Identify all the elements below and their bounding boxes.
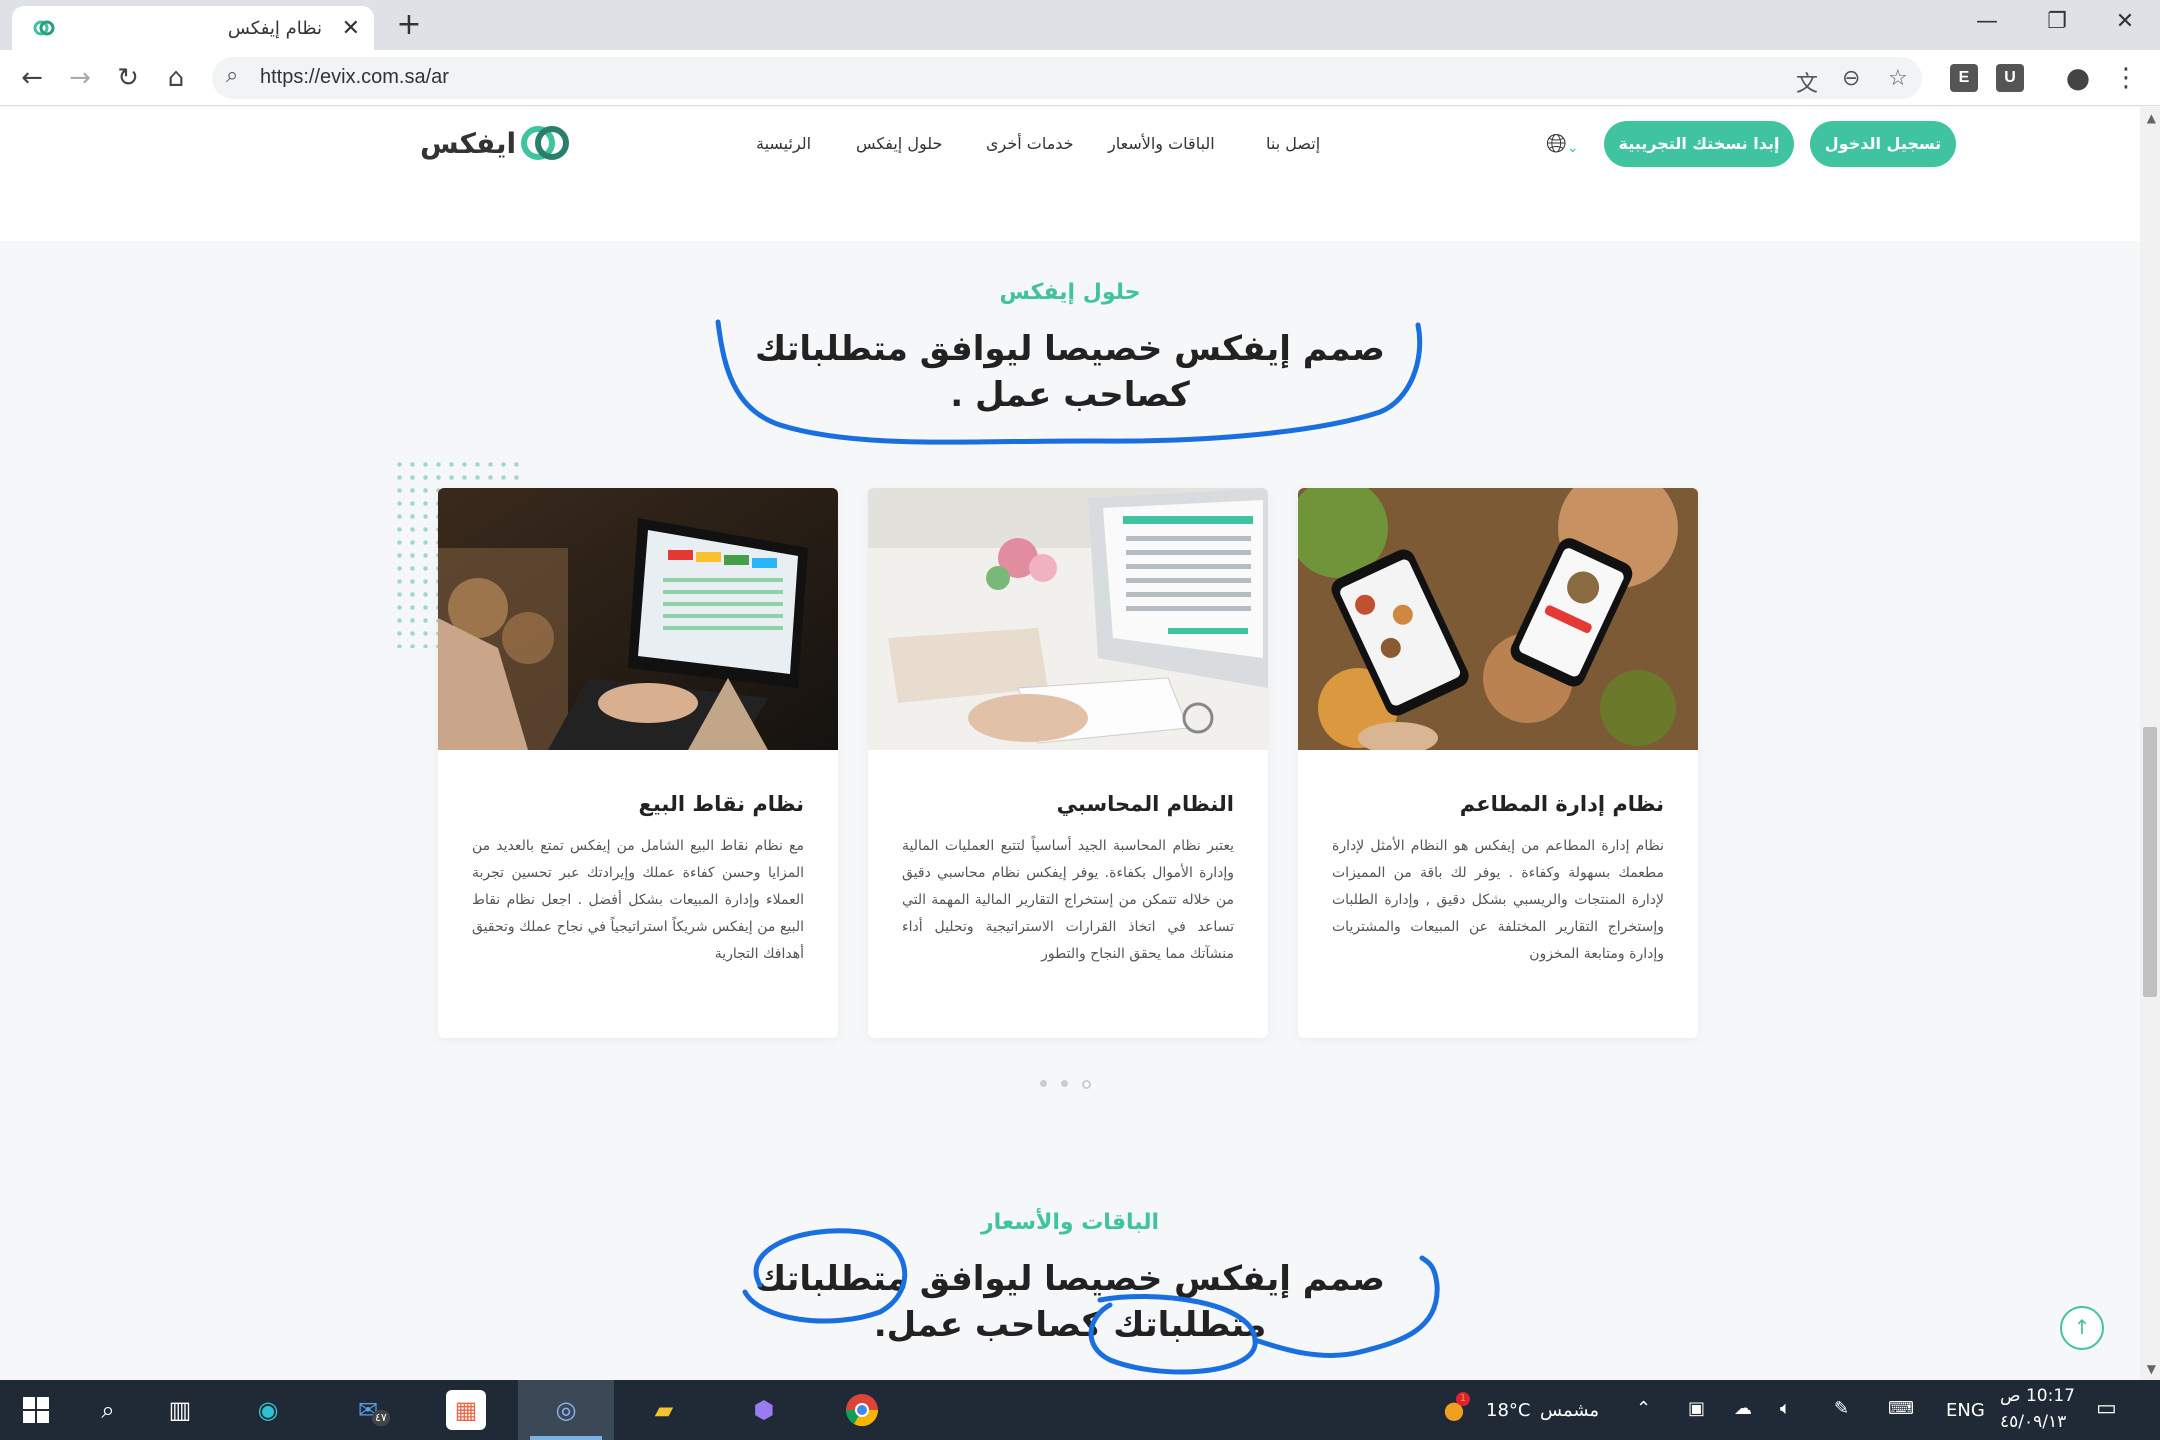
extension-e-icon[interactable]: E xyxy=(1950,64,1978,92)
pagination-dot[interactable] xyxy=(1061,1080,1068,1087)
solutions-headline: صمم إيفكس خصيصا ليوافق متطلباتك كصاحب عم… xyxy=(720,326,1420,418)
header-spacer xyxy=(0,181,2140,241)
windows-taskbar: ⌕ ▥ ◉ ✉ ٤٧ ▦ ◎ ▰ ⬢ ● 1 18°C مشمس ⌃ ▣ ☁ 🔈︎ … xyxy=(0,1380,2160,1440)
evix-logo[interactable]: ايفكس xyxy=(420,121,582,165)
url-text: https://evix.com.sa/ar xyxy=(260,66,449,88)
card-description: يعتبر نظام المحاسبة الجيد أساسياً لتتبع … xyxy=(902,838,1234,962)
file-explorer-icon[interactable]: ▰ xyxy=(644,1390,684,1430)
meet-icon[interactable]: ▣ xyxy=(1688,1398,1705,1419)
clock-time[interactable]: 10:17 ص xyxy=(2000,1386,2075,1406)
chrome-active-icon[interactable]: ◎ xyxy=(546,1390,586,1430)
new-tab-button[interactable]: + xyxy=(392,8,426,42)
accounting-desk-image xyxy=(868,488,1268,750)
card-accounting[interactable]: النظام المحاسبي يعتبر نظام المحاسبة الجي… xyxy=(868,488,1268,1038)
solutions-headline-line1: صمم إيفكس خصيصا ليوافق متطلباتك xyxy=(754,329,1386,369)
chevron-up-icon[interactable]: ⌃ xyxy=(1636,1398,1651,1419)
scroll-to-top-button[interactable]: ↑ xyxy=(2060,1306,2104,1350)
pen-icon[interactable]: ✎ xyxy=(1834,1398,1849,1419)
browser-tab-strip: نظام إيفكس ✕ + — ❐ ✕ xyxy=(0,0,2160,50)
evix-favicon-icon xyxy=(33,20,55,36)
card-title: النظام المحاسبي xyxy=(1056,792,1234,816)
card-pos[interactable]: نظام نقاط البيع مع نظام نقاط البيع الشام… xyxy=(438,488,838,1038)
minimize-button[interactable]: — xyxy=(1952,0,2022,44)
nav-other-services[interactable]: خدمات أخرى xyxy=(986,134,1074,153)
tab-title: نظام إيفكس xyxy=(227,17,322,39)
login-button[interactable]: تسجيل الدخول xyxy=(1810,121,1956,167)
microsoft-store-icon[interactable]: ▦ xyxy=(446,1390,486,1430)
nav-pricing[interactable]: الباقات والأسعار xyxy=(1108,134,1215,153)
menu-kebab-icon[interactable]: ⋮ xyxy=(2108,60,2144,96)
language-globe-icon[interactable]: 🌐︎⌄ xyxy=(1546,129,1579,160)
card-restaurants[interactable]: نظام إدارة المطاعم نظام إدارة المطاعم من… xyxy=(1298,488,1698,1038)
chevron-down-icon: ⌄ xyxy=(1566,140,1579,156)
volume-icon[interactable]: 🔈︎ xyxy=(1780,1398,1791,1419)
weather-sun-icon[interactable]: ● 1 xyxy=(1434,1390,1474,1430)
address-bar[interactable]: ⌕ https://evix.com.sa/ar 文 ⊖ ☆ xyxy=(212,57,1922,99)
nav-home[interactable]: الرئيسية xyxy=(756,134,811,153)
app-hexagon-icon[interactable]: ⬢ xyxy=(744,1390,784,1430)
evix-logo-mark-icon xyxy=(521,126,570,160)
reload-icon[interactable]: ↻ xyxy=(110,60,146,96)
language-indicator[interactable]: ENG xyxy=(1946,1400,1985,1421)
notifications-icon[interactable]: ▭ xyxy=(2096,1396,2117,1421)
solutions-eyebrow: حلول إيفكس xyxy=(999,280,1141,305)
zoom-icon[interactable]: ⊖ xyxy=(1842,66,1860,91)
pricing-headline-line2: متطلباتك كصاحب عمل. xyxy=(873,1305,1267,1345)
site-header: ايفكس الرئيسية حلول إيفكس خدمات أخرى الب… xyxy=(0,107,2140,181)
nav-solutions[interactable]: حلول إيفكس xyxy=(856,134,942,153)
card-description: مع نظام نقاط البيع الشامل من إيفكس تمتع … xyxy=(472,838,804,962)
pricing-headline: صمم إيفكس خصيصا ليوافق متطلباتك متطلباتك… xyxy=(720,1256,1420,1348)
close-window-button[interactable]: ✕ xyxy=(2090,0,2160,44)
restore-button[interactable]: ❐ xyxy=(2022,0,2092,44)
back-arrow-icon[interactable]: ← xyxy=(14,60,50,96)
edge-browser-icon[interactable]: ◉ xyxy=(248,1390,288,1430)
search-icon: ⌕ xyxy=(226,63,239,88)
weather-badge: 1 xyxy=(1456,1392,1470,1406)
logo-text: ايفكس xyxy=(420,126,517,160)
mail-icon[interactable]: ✉ ٤٧ xyxy=(348,1390,390,1430)
clock-date[interactable]: ٤٥/٠٩/١٣ xyxy=(2000,1412,2066,1432)
scrollbar-thumb[interactable] xyxy=(2143,727,2157,997)
solutions-headline-line2: كصاحب عمل . xyxy=(950,375,1190,415)
card-title: نظام إدارة المطاعم xyxy=(1459,792,1664,816)
forward-arrow-icon[interactable]: → xyxy=(62,60,98,96)
mail-badge: ٤٧ xyxy=(372,1410,390,1426)
taskbar-active-indicator xyxy=(530,1436,602,1440)
bookmark-star-icon[interactable]: ☆ xyxy=(1888,66,1908,91)
pagination-dot-active[interactable] xyxy=(1082,1080,1091,1089)
onedrive-icon[interactable]: ☁ xyxy=(1734,1398,1752,1419)
pricing-eyebrow: الباقات والأسعار xyxy=(980,1210,1160,1235)
pricing-headline-line1: صمم إيفكس خصيصا ليوافق متطلباتك xyxy=(754,1259,1386,1299)
search-icon[interactable]: ⌕ xyxy=(88,1390,128,1430)
browser-tab[interactable]: نظام إيفكس ✕ xyxy=(12,6,374,50)
browser-toolbar: ← → ↻ ⌂ ⌕ https://evix.com.sa/ar 文 ⊖ ☆ E… xyxy=(0,50,2160,106)
translate-icon[interactable]: 文 xyxy=(1796,66,1818,98)
pos-terminal-image xyxy=(438,488,838,750)
keyboard-icon[interactable]: ⌨ xyxy=(1888,1398,1914,1419)
windows-start-icon[interactable] xyxy=(16,1390,56,1430)
chrome-icon[interactable] xyxy=(842,1390,882,1430)
pagination-dot[interactable] xyxy=(1040,1080,1047,1087)
scroll-up-arrow-icon[interactable]: ▲ xyxy=(2147,111,2156,125)
card-title: نظام نقاط البيع xyxy=(638,792,804,816)
tab-close-icon[interactable]: ✕ xyxy=(342,16,360,41)
weather-temperature[interactable]: 18°C xyxy=(1486,1400,1530,1421)
restaurant-phones-image xyxy=(1298,488,1698,750)
home-icon[interactable]: ⌂ xyxy=(158,60,194,96)
carousel-pagination xyxy=(1040,1080,1091,1089)
start-trial-button[interactable]: إبدا نسختك التجريبية xyxy=(1604,121,1794,167)
task-view-icon[interactable]: ▥ xyxy=(160,1390,200,1430)
profile-icon[interactable]: ● xyxy=(2060,60,2096,96)
nav-contact[interactable]: إتصل بنا xyxy=(1266,134,1320,153)
card-description: نظام إدارة المطاعم من إيفكس هو النظام ال… xyxy=(1332,838,1664,962)
scroll-down-arrow-icon[interactable]: ▼ xyxy=(2147,1362,2156,1376)
page-scrollbar[interactable]: ▲ ▼ xyxy=(2140,107,2160,1380)
weather-label[interactable]: مشمس xyxy=(1540,1400,1599,1421)
extension-u-icon[interactable]: U xyxy=(1996,64,2024,92)
